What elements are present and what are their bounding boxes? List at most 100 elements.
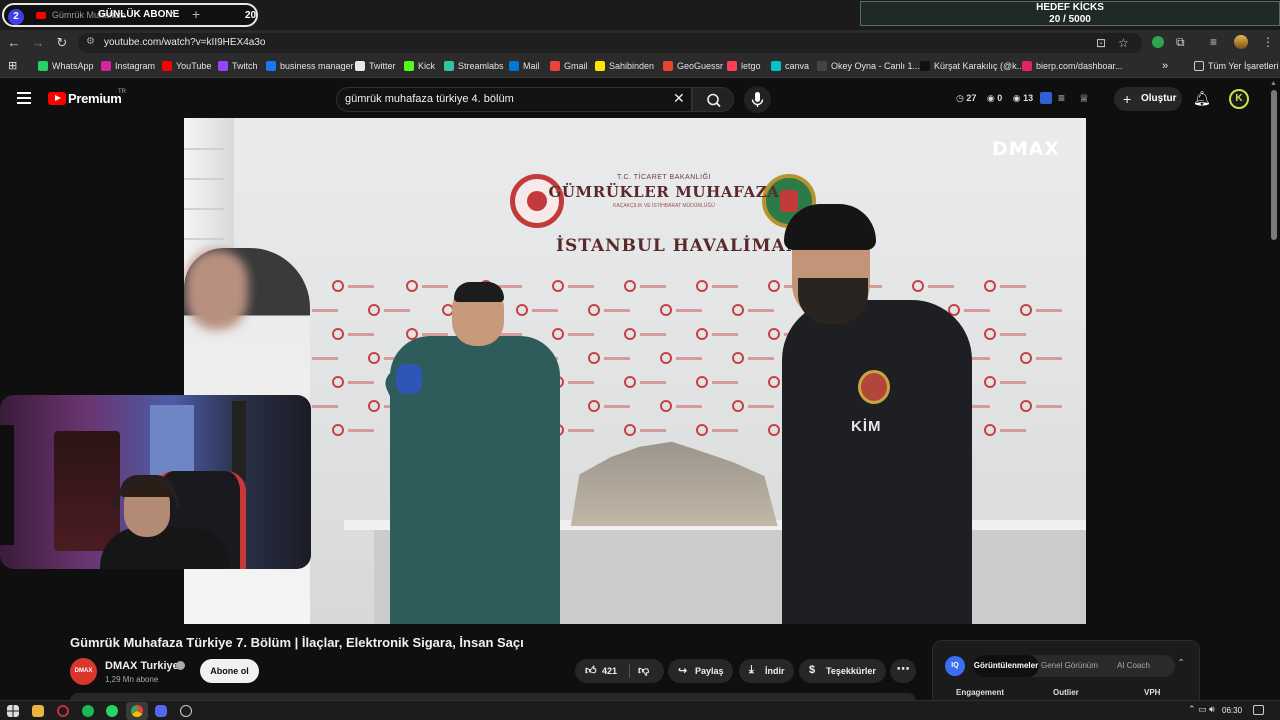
bookmark-youtube[interactable]: YouTube — [162, 61, 211, 71]
clear-search-icon[interactable]: ✕ — [673, 90, 685, 107]
browser-profile-avatar[interactable] — [1234, 35, 1248, 49]
search-button[interactable] — [692, 87, 734, 112]
bookmark-instagram[interactable]: Instagram — [101, 61, 155, 71]
bookmark-sahibinden[interactable]: Sahibinden — [595, 61, 654, 71]
browser-tab-strip: 2 Gümrük Muhafaza GÜNLÜK ABONE × + 20 HE… — [0, 0, 1280, 30]
youtube-logo-icon[interactable] — [48, 92, 66, 105]
divider — [629, 664, 630, 678]
queue-icon[interactable]: ≡ — [1058, 91, 1065, 105]
back-arrow-icon[interactable]: ← — [6, 35, 22, 50]
thanks-button[interactable]: $ Teşekkürler — [799, 659, 886, 683]
notification-center-icon[interactable] — [1253, 705, 1264, 715]
bookmark-streamlabs[interactable]: Streamlabs — [444, 61, 504, 71]
vidiq-extension-icon[interactable] — [1040, 92, 1052, 104]
bookmark-gmail[interactable]: Gmail — [550, 61, 588, 71]
bookmark-tiktok[interactable]: Kürşat Karakılıç (@k... — [920, 61, 1024, 71]
search-box[interactable]: ✕ — [336, 87, 692, 112]
site-info-icon[interactable]: ⚙ — [86, 36, 95, 47]
address-bar[interactable]: ⚙ youtube.com/watch?v=kII9HEX4a3o ⊡ ☆ — [78, 33, 1142, 53]
bookmark-geoguessr[interactable]: GeoGuessr — [663, 61, 723, 71]
notifications-bell-icon[interactable]: 🔔︎ — [1193, 90, 1211, 107]
browser-tab-active[interactable]: 2 Gümrük Muhafaza GÜNLÜK ABONE × + 20 — [2, 3, 258, 27]
collapse-chevron-icon[interactable]: ⌃ — [1177, 658, 1185, 669]
bookmark-twitch[interactable]: Twitch — [218, 61, 258, 71]
letgo-icon — [727, 61, 737, 71]
video-player[interactable]: T.C. TİCARET BAKANLIĞI GÜMRÜKLER MUHAFAZ… — [184, 118, 1086, 624]
bookmarks-overflow-icon[interactable]: » — [1162, 60, 1168, 72]
dislike-icon[interactable]: 👎︎ — [638, 664, 649, 677]
bookmark-star-icon[interactable]: ☆ — [1118, 36, 1129, 50]
tab-overview[interactable]: Genel Görünüm — [1041, 655, 1098, 677]
voice-search-button[interactable] — [744, 86, 771, 113]
backdrop-mini-seal — [332, 424, 344, 436]
bookmark-business-manager[interactable]: business manager — [266, 61, 354, 71]
backdrop-mini-seal — [624, 424, 636, 436]
metric-engagement: Engagement — [956, 688, 1005, 697]
tab-views[interactable]: Görüntülenmeler — [973, 655, 1039, 677]
more-actions-button[interactable]: ⋯ — [890, 659, 916, 683]
like-icon[interactable]: 👍︎ — [585, 664, 597, 677]
backdrop-mini-text — [348, 381, 374, 384]
bookmark-kick[interactable]: Kick — [404, 61, 435, 71]
backdrop-mini-text — [312, 357, 338, 360]
hamburger-menu-icon[interactable] — [17, 92, 31, 104]
banner-ministry: T.C. TİCARET BAKANLIĞI — [617, 174, 711, 181]
reload-icon[interactable]: ↻ — [54, 35, 70, 51]
browser-menu-icon[interactable]: ⋮ — [1262, 35, 1274, 49]
chrome-taskbar-active[interactable] — [126, 702, 148, 720]
share-button[interactable]: ↪ Paylaş — [668, 659, 733, 683]
youtube-premium-logo[interactable]: Premium — [68, 91, 122, 106]
scroll-up-arrow-icon[interactable]: ▲ — [1270, 80, 1277, 87]
url-text[interactable]: youtube.com/watch?v=kII9HEX4a3o — [104, 37, 265, 48]
bookmark-twitter[interactable]: Twitter — [355, 61, 396, 71]
file-explorer-icon[interactable] — [32, 705, 44, 717]
backdrop-mini-seal — [732, 304, 744, 316]
extension-shield-icon[interactable] — [1152, 36, 1164, 48]
goal-value: 20 / 5000 — [1049, 14, 1091, 25]
opera-icon[interactable] — [57, 705, 69, 717]
channel-avatar[interactable]: DMAX — [70, 658, 97, 685]
search-input[interactable] — [345, 93, 665, 105]
account-avatar[interactable]: K — [1229, 89, 1249, 109]
tab-ai-coach[interactable]: AI Coach — [1117, 655, 1150, 677]
page-scrollbar[interactable]: ▲ — [1268, 78, 1280, 700]
folder-icon — [1194, 61, 1204, 71]
system-tray[interactable]: ⌃ ▭ 🔊︎ — [1188, 704, 1215, 715]
bookmark-okey[interactable]: Okey Oyna - Canlı 1... — [817, 61, 920, 71]
create-button[interactable]: + Oluştur — [1114, 87, 1182, 111]
taskbar-clock[interactable]: 06:30 — [1222, 706, 1242, 715]
subscribe-button[interactable]: Abone ol — [200, 659, 259, 683]
bookmark-mail[interactable]: Mail — [509, 61, 540, 71]
backdrop-mini-text — [964, 309, 990, 312]
channel-name[interactable]: DMAX Turkiye — [105, 660, 179, 672]
bookmark-canva[interactable]: canva — [771, 61, 809, 71]
forward-arrow-icon[interactable]: → — [30, 35, 46, 50]
scrollbar-thumb[interactable] — [1271, 90, 1277, 240]
backdrop-mini-seal — [624, 280, 636, 292]
like-count[interactable]: 421 — [602, 666, 617, 676]
windows-start-icon[interactable] — [7, 705, 19, 717]
backdrop-mini-text — [604, 405, 630, 408]
bookmark-whatsapp[interactable]: WhatsApp — [38, 61, 94, 71]
reading-list-icon[interactable]: ≡ — [1210, 35, 1217, 49]
download-button[interactable]: ⤓ İndir — [739, 659, 794, 683]
tab-close-icon[interactable]: × — [170, 8, 176, 19]
microphone-arm — [0, 425, 14, 545]
bookmark-bierp[interactable]: bierp.com/dashboar... — [1022, 61, 1123, 71]
bookmark-letgo[interactable]: letgo — [727, 61, 761, 71]
backdrop-mini-text — [640, 285, 666, 288]
tab-group-badge[interactable]: 2 — [8, 9, 24, 25]
spotify-icon[interactable] — [82, 705, 94, 717]
streamer-body — [100, 527, 230, 569]
discord-icon[interactable] — [155, 705, 167, 717]
obs-icon[interactable] — [180, 705, 192, 717]
new-tab-button[interactable]: + — [192, 6, 200, 22]
whatsapp-taskbar-icon[interactable] — [106, 705, 118, 717]
browser-toolbar: ← → ↻ ⚙ youtube.com/watch?v=kII9HEX4a3o … — [0, 30, 1280, 56]
install-app-icon[interactable]: ⊡ — [1096, 36, 1106, 50]
backdrop-mini-seal — [732, 400, 744, 412]
all-bookmarks-folder[interactable]: Tüm Yer İşaretleri — [1194, 61, 1279, 71]
apps-grid-icon[interactable]: ⊞ — [8, 59, 17, 72]
extensions-puzzle-icon[interactable]: ⧉ — [1176, 35, 1185, 50]
trophy-icon[interactable]: ♕ — [1079, 92, 1089, 105]
